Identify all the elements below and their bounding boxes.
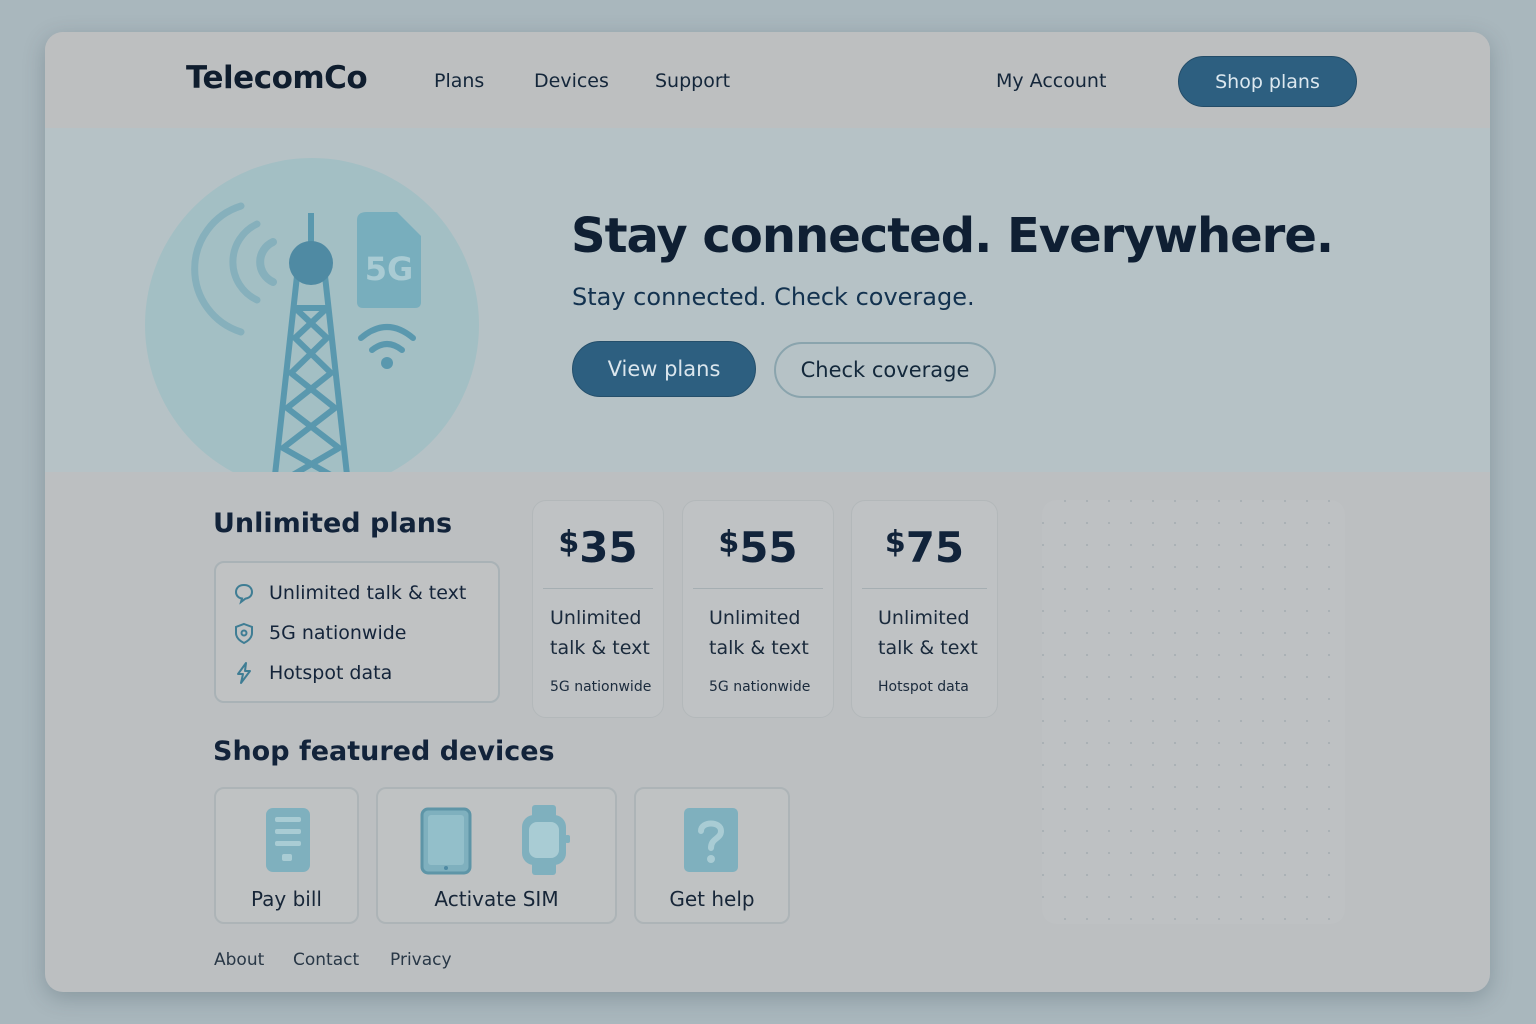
plan-card-75[interactable]: $75 Unlimited talk & text Hotspot data [851,500,998,718]
smartwatch-icon [522,805,570,875]
plan-card-55[interactable]: $55 Unlimited talk & text 5G nationwide [682,500,834,718]
divider [862,588,987,589]
feature-label: 5G nationwide [269,622,407,644]
hero-section: 5G Stay connected. Everywhere. Stay conn… [45,128,1490,472]
pay-bill-tile[interactable]: Pay bill [214,787,359,924]
svg-text:5G: 5G [365,250,414,288]
plan-line-2: talk & text [709,637,809,659]
plan-note: 5G nationwide [550,679,652,695]
divider [693,588,823,589]
feature-item: Hotspot data [232,661,392,685]
tile-label: Get help [669,887,755,911]
my-account-link[interactable]: My Account [996,70,1106,92]
footer-contact-link[interactable]: Contact [293,950,359,970]
dotted-placeholder-panel [1042,500,1345,924]
feature-label: Hotspot data [269,662,393,684]
sim-card-icon: 5G [357,212,421,308]
tablet-icon [420,807,472,875]
feature-label: Unlimited talk & text [269,582,467,604]
devices-section-title: Shop featured devices [213,736,555,767]
feature-item: 5G nationwide [232,621,407,645]
plan-line-1: Unlimited [878,607,970,629]
bolt-icon [237,662,251,684]
tile-label: Pay bill [251,887,322,911]
question-icon [684,808,738,872]
plan-features-list: Unlimited talk & text 5G nationwide Hots… [214,561,500,703]
check-coverage-button[interactable]: Check coverage [774,342,996,398]
divider [543,588,653,589]
plan-price: $55 [718,523,798,572]
plan-price: $75 [884,523,965,572]
shield-icon [235,622,253,645]
nav-devices[interactable]: Devices [534,70,609,92]
view-plans-button[interactable]: View plans [572,341,756,397]
plan-price: $35 [558,523,638,572]
plan-note: 5G nationwide [709,679,811,695]
chat-bubble-icon [234,583,254,605]
shop-plans-button[interactable]: Shop plans [1178,56,1357,107]
plan-line-2: talk & text [878,637,978,659]
tile-label: Activate SIM [434,887,559,911]
activate-sim-tile[interactable]: Activate SIM [376,787,617,924]
hero-subtitle: Stay connected. Check coverage. [572,283,975,311]
plan-line-1: Unlimited [550,607,642,629]
site-header: TelecomCo Plans Devices Support My Accou… [45,32,1490,128]
plan-card-35[interactable]: $35 Unlimited talk & text 5G nationwide [532,500,664,718]
plan-line-2: talk & text [550,637,650,659]
cell-tower-illustration: 5G [145,158,479,472]
footer-privacy-link[interactable]: Privacy [390,950,452,970]
plans-section-title: Unlimited plans [213,508,453,539]
feature-item: Unlimited talk & text [232,581,466,605]
browser-window: TelecomCo Plans Devices Support My Accou… [45,32,1490,992]
footer-about-link[interactable]: About [214,950,264,970]
plan-note: Hotspot data [878,679,969,695]
get-help-tile[interactable]: Get help [634,787,790,924]
nav-support[interactable]: Support [655,70,730,92]
phone-icon [266,808,310,872]
plan-line-1: Unlimited [709,607,801,629]
hero-title: Stay connected. Everywhere. [571,208,1334,264]
brand-logo[interactable]: TelecomCo [186,60,368,96]
nav-plans[interactable]: Plans [434,70,484,92]
